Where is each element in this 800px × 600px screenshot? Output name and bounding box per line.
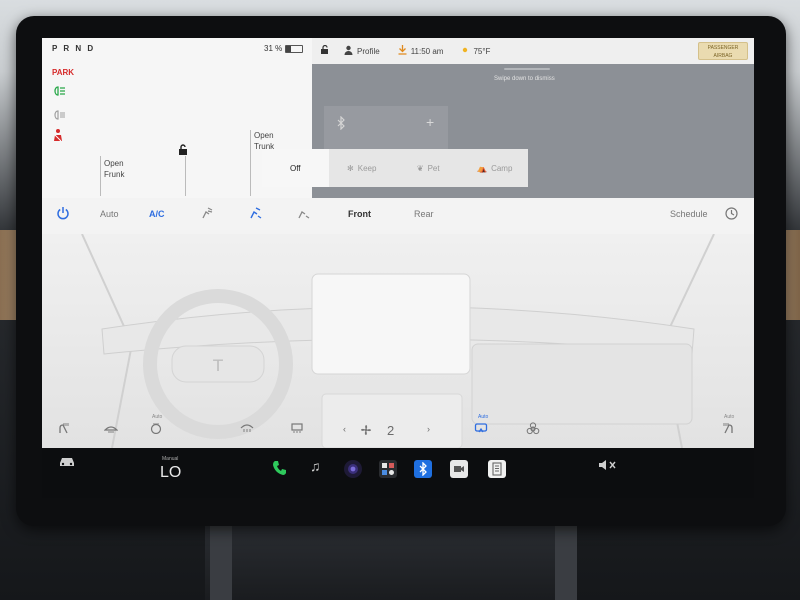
photo-scene: P R N D 31 % PARK Open Frunk Open Trunk … <box>0 0 800 600</box>
feet-vent-icon[interactable] <box>248 206 262 222</box>
driver-seat-heater-icon[interactable] <box>58 422 70 437</box>
tab-front[interactable]: Front <box>348 209 371 219</box>
ac-button[interactable]: A/C <box>149 209 165 219</box>
touchscreen: P R N D 31 % PARK Open Frunk Open Trunk … <box>42 38 754 498</box>
profile-icon <box>344 45 353 57</box>
download-icon <box>398 45 407 57</box>
camera-app-icon[interactable] <box>344 460 362 478</box>
svg-text:T: T <box>212 356 223 375</box>
fan-speed-value: 2 <box>387 423 395 438</box>
manual-app-icon[interactable] <box>488 460 506 478</box>
gear-indicator: P R N D <box>52 44 96 53</box>
headlights-icon <box>52 86 66 98</box>
trunk-divider <box>250 130 251 196</box>
passenger-airbag-badge: PASSENGER AIRBAG <box>698 42 748 60</box>
bottom-dock: Manual LO ♫ <box>42 448 754 498</box>
sun-icon <box>461 46 469 56</box>
outside-temp-label: 75°F <box>473 46 491 56</box>
center-display-shape <box>311 273 471 375</box>
mount-leg-left <box>210 520 232 600</box>
fan-increase-icon[interactable]: › <box>427 424 430 434</box>
top-status-bar: Profile 11:50 am 75°F PASSENGER AIRBAG <box>312 38 754 64</box>
sentry-lock-icon[interactable] <box>320 44 330 57</box>
power-icon[interactable] <box>56 206 70 222</box>
front-defrost-icon[interactable] <box>103 422 119 437</box>
center-divider <box>185 156 186 196</box>
high-beam-icon <box>52 110 66 122</box>
split-vent-icon[interactable] <box>296 206 310 222</box>
tent-icon: ⛺ <box>477 163 488 173</box>
bluetooth-icon <box>336 115 346 133</box>
battery-fill <box>286 45 292 52</box>
outside-temp: 75°F <box>461 46 490 56</box>
battery-icon <box>285 44 304 53</box>
paw-icon: ❦ <box>416 163 424 173</box>
fan-decrease-icon[interactable]: ‹ <box>343 424 346 434</box>
car-icon[interactable] <box>58 454 76 470</box>
recirculate-auto-label: Auto <box>478 414 489 420</box>
battery-indicator: 31 % <box>264 44 304 53</box>
wiper-defrost-icon[interactable] <box>240 422 254 437</box>
cabin-temp-value[interactable]: LO <box>160 464 181 482</box>
mode-off-button[interactable]: Off <box>262 149 329 187</box>
bluetooth-app-icon[interactable] <box>414 460 432 478</box>
fan-icon <box>360 424 372 439</box>
temp-mode-label: Manual <box>162 456 179 462</box>
volume-mute-icon[interactable] <box>598 458 618 475</box>
rear-defrost-icon[interactable] <box>290 422 304 437</box>
battery-percent: 31 % <box>264 44 283 53</box>
mount-leg-right <box>555 520 577 600</box>
mode-keep-button[interactable]: ✻ Keep <box>329 149 396 187</box>
time-label: 11:50 am <box>410 46 444 56</box>
tab-rear[interactable]: Rear <box>414 209 434 219</box>
dismiss-handle[interactable] <box>504 68 550 70</box>
clock-icon[interactable] <box>725 207 738 222</box>
steering-heater-icon[interactable] <box>150 422 162 437</box>
dashcam-app-icon[interactable] <box>450 460 468 478</box>
auto-button[interactable]: Auto <box>100 209 119 219</box>
recirculate-icon[interactable] <box>474 422 488 437</box>
bioweapon-mode-icon[interactable] <box>526 422 540 439</box>
climate-bottom-controls: Auto ‹ 2 › Auto Auto <box>42 408 754 448</box>
schedule-button[interactable]: Schedule <box>670 209 708 219</box>
profile-button[interactable]: Profile <box>344 45 380 57</box>
profile-label: Profile <box>357 46 380 56</box>
clock: 11:50 am <box>398 45 444 57</box>
unlock-icon[interactable] <box>178 144 188 159</box>
climate-keeper-selector: Off ✻ Keep ❦ Pet ⛺ Camp <box>262 149 528 187</box>
add-icon: + <box>426 114 435 130</box>
wheel-heater-auto-label: Auto <box>152 414 163 420</box>
screen-mount <box>205 520 575 600</box>
keep-fan-icon: ✻ <box>347 163 354 173</box>
passenger-seat-auto-label: Auto <box>724 414 735 420</box>
face-vent-icon[interactable] <box>200 206 214 222</box>
seatbelt-icon <box>52 128 64 144</box>
music-icon[interactable]: ♫ <box>310 458 321 474</box>
mode-camp-button[interactable]: ⛺ Camp <box>462 149 529 187</box>
park-brake-icon: PARK <box>52 68 75 77</box>
phone-icon[interactable] <box>272 460 288 479</box>
frunk-divider <box>100 156 101 196</box>
climate-controls-row: Auto A/C Front Rear Schedule <box>42 198 754 234</box>
open-frunk-button[interactable]: Open Frunk <box>104 158 124 180</box>
dismiss-hint: Swipe down to dismiss <box>494 76 555 82</box>
passenger-seat-heater-icon[interactable] <box>722 422 734 437</box>
controls-app-icon[interactable] <box>379 460 397 478</box>
mode-pet-button[interactable]: ❦ Pet <box>395 149 462 187</box>
